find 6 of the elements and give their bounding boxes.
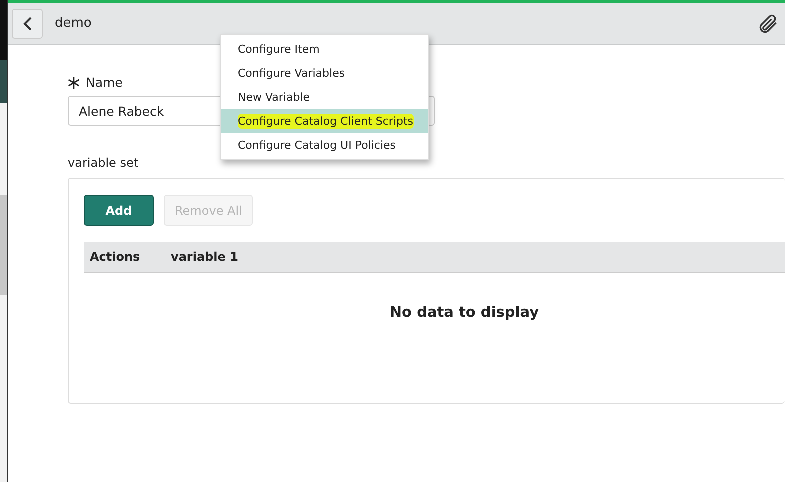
column-header: Actions — [89, 250, 142, 264]
section-label: variable set — [68, 156, 140, 170]
column-header: variable 1 — [170, 250, 240, 264]
field-label: Name — [86, 75, 123, 90]
empty-message: No data to display — [390, 305, 540, 321]
page-title: demo — [55, 16, 93, 31]
